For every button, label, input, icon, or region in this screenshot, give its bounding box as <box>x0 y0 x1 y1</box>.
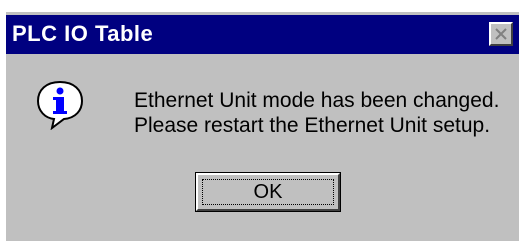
info-icon <box>36 80 84 130</box>
message-line-2: Please restart the Ethernet Unit setup. <box>134 114 491 137</box>
close-icon <box>495 28 507 40</box>
window-title: PLC IO Table <box>12 21 154 46</box>
ok-button[interactable]: OK <box>195 172 341 212</box>
ok-button-label: OK <box>253 181 283 203</box>
close-button[interactable] <box>489 22 513 46</box>
message-text: Ethernet Unit mode has been changed. Ple… <box>134 88 499 138</box>
message-dialog: PLC IO Table Ethernet Unit mode has been… <box>6 12 519 241</box>
title-bar[interactable]: PLC IO Table <box>6 15 519 54</box>
message-line-1: Ethernet Unit mode has been changed. <box>134 89 500 112</box>
